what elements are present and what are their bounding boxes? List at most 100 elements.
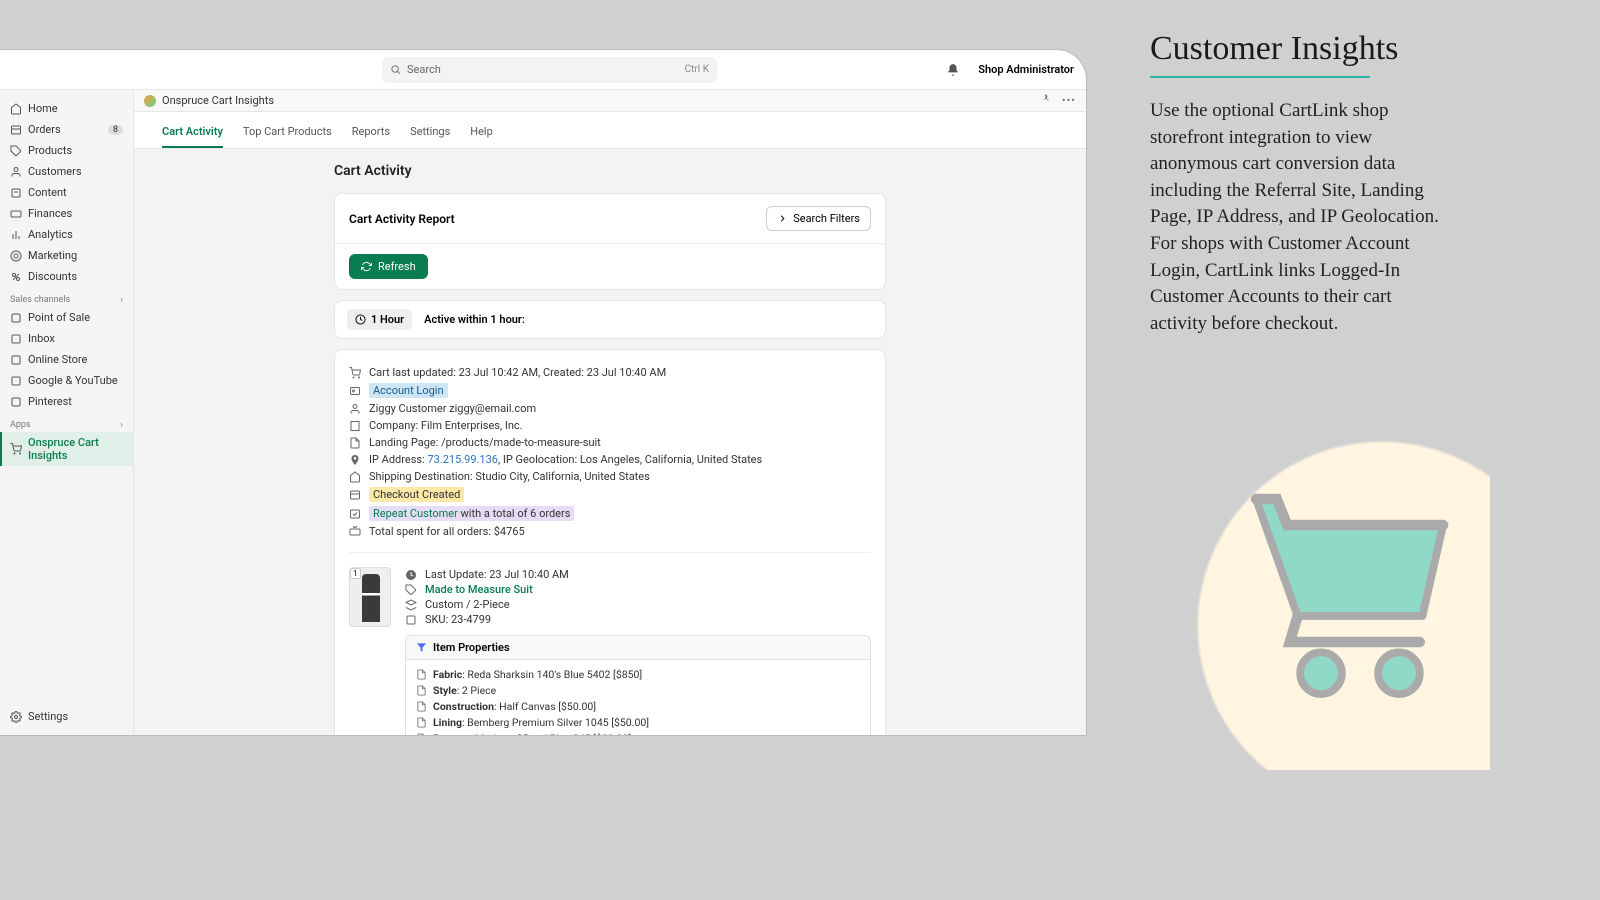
more-icon[interactable]: ••• (1062, 94, 1076, 107)
sidebar-item-label: Customers (28, 165, 82, 178)
search-icon (390, 64, 401, 75)
sidebar-item-products[interactable]: Products (0, 140, 133, 161)
sidebar-channel-inbox[interactable]: Inbox (0, 328, 133, 349)
qty-badge: 1 (350, 568, 361, 579)
info-title: Customer Insights (1150, 30, 1590, 68)
tab-reports[interactable]: Reports (352, 120, 390, 148)
sidebar-item-home[interactable]: Home (0, 98, 133, 119)
chevron-right-icon (777, 213, 788, 224)
channel-icon (10, 375, 22, 387)
sidebar-item-label: Google & YouTube (28, 374, 118, 387)
prop-icon (416, 733, 427, 736)
chevron-right-icon[interactable]: › (120, 420, 123, 430)
sidebar-item-analytics[interactable]: Analytics (0, 224, 133, 245)
title-underline (1150, 76, 1370, 78)
sidebar-channel-online-store[interactable]: Online Store (0, 349, 133, 370)
cart-icon (349, 367, 361, 379)
user-icon (349, 403, 361, 415)
channel-icon (10, 312, 22, 324)
checkout-row: Checkout Created (349, 485, 871, 504)
repeat-row: Repeat Customer with a total of 6 orders (349, 504, 871, 523)
active-within-label: Active within 1 hour: (424, 313, 525, 326)
product-updated-row: Last Update: 23 Jul 10:40 AM (405, 567, 871, 582)
channel-icon (10, 396, 22, 408)
user-label[interactable]: Shop Administrator (978, 63, 1074, 76)
products-icon (10, 145, 22, 157)
product-name-row[interactable]: Made to Measure Suit (405, 582, 871, 597)
chevron-right-icon[interactable]: › (120, 295, 123, 305)
sidebar-item-label: Products (28, 144, 72, 157)
gear-icon (10, 711, 22, 723)
channel-icon (10, 354, 22, 366)
orders-icon (10, 124, 22, 136)
sidebar-app-onspruce-cart-insights[interactable]: Onspruce Cart Insights (0, 432, 133, 466)
sidebar-channel-point-of-sale[interactable]: Point of Sale (0, 307, 133, 328)
page-title: Cart Activity (334, 163, 886, 179)
ip-link[interactable]: 73.215.99.136 (427, 453, 498, 466)
company-icon (349, 420, 361, 432)
sidebar-item-orders[interactable]: Orders8 (0, 119, 133, 140)
sidebar-channel-pinterest[interactable]: Pinterest (0, 391, 133, 412)
discounts-icon (10, 271, 22, 283)
sidebar-item-label: Online Store (28, 353, 87, 366)
tag-icon (405, 584, 417, 596)
sidebar-item-discounts[interactable]: Discounts (0, 266, 133, 287)
barcode-icon (405, 614, 417, 626)
money-icon (349, 526, 361, 538)
refresh-button[interactable]: Refresh (349, 254, 428, 279)
analytics-icon (10, 229, 22, 241)
product-sku-row: SKU: 23-4799 (405, 612, 871, 627)
cart-updated-row: Cart last updated: 23 Jul 10:42 AM, Crea… (349, 364, 871, 381)
prop-row: Buttons: Mother of Pearl Blue 245 [$20.0… (416, 730, 860, 735)
account-login-row: Account Login (349, 381, 871, 400)
search-input[interactable]: Search Ctrl K (382, 57, 717, 83)
sidebar-item-label: Pinterest (28, 395, 72, 408)
total-spent-row: Total spent for all orders: $4765 (349, 523, 871, 540)
sidebar-item-finances[interactable]: Finances (0, 203, 133, 224)
sales-channels-header: Sales channels› (0, 287, 133, 307)
layers-icon (405, 599, 417, 611)
sidebar-item-label: Inbox (28, 332, 55, 345)
search-kbd: Ctrl K (685, 64, 709, 75)
channel-icon (10, 333, 22, 345)
sidebar-settings[interactable]: Settings (0, 706, 133, 727)
product-thumbnail[interactable]: 1 (349, 567, 391, 627)
clock-icon (355, 314, 366, 325)
checkout-icon (349, 489, 361, 501)
sidebar-channel-google-youtube[interactable]: Google & YouTube (0, 370, 133, 391)
pin-icon[interactable] (1041, 94, 1052, 105)
report-title: Cart Activity Report (349, 212, 455, 226)
repeat-icon (349, 508, 361, 520)
home-icon (349, 471, 361, 483)
sidebar-item-label: Content (28, 186, 67, 199)
id-icon (349, 385, 361, 397)
sidebar-item-content[interactable]: Content (0, 182, 133, 203)
clock-icon (405, 569, 417, 581)
time-filter-badge[interactable]: 1 Hour (347, 309, 412, 330)
prop-row: Lining: Bemberg Premium Silver 1045 [$50… (416, 714, 860, 730)
sidebar-item-customers[interactable]: Customers (0, 161, 133, 182)
sidebar-item-label: Home (28, 102, 58, 115)
prop-icon (416, 669, 427, 680)
marketing-icon (10, 250, 22, 262)
bell-icon[interactable] (946, 63, 960, 77)
sidebar-item-label: Onspruce Cart Insights (28, 436, 123, 462)
sidebar-item-label: Finances (28, 207, 72, 220)
sidebar-item-marketing[interactable]: Marketing (0, 245, 133, 266)
customers-icon (10, 166, 22, 178)
tab-top-cart-products[interactable]: Top Cart Products (243, 120, 332, 148)
search-filters-button[interactable]: Search Filters (766, 206, 871, 231)
finances-icon (10, 208, 22, 220)
tab-cart-activity[interactable]: Cart Activity (162, 120, 223, 148)
prop-row: Construction: Half Canvas [$50.00] (416, 698, 860, 714)
filter-icon (416, 642, 427, 653)
item-properties-header[interactable]: Item Properties (406, 636, 870, 660)
tab-help[interactable]: Help (470, 120, 493, 148)
landing-row: Landing Page: /products/made-to-measure-… (349, 434, 871, 451)
badge: 8 (108, 125, 123, 135)
sidebar-item-label: Analytics (28, 228, 73, 241)
prop-icon (416, 701, 427, 712)
location-icon (349, 454, 361, 466)
tab-settings[interactable]: Settings (410, 120, 450, 148)
app-logo (144, 95, 156, 107)
